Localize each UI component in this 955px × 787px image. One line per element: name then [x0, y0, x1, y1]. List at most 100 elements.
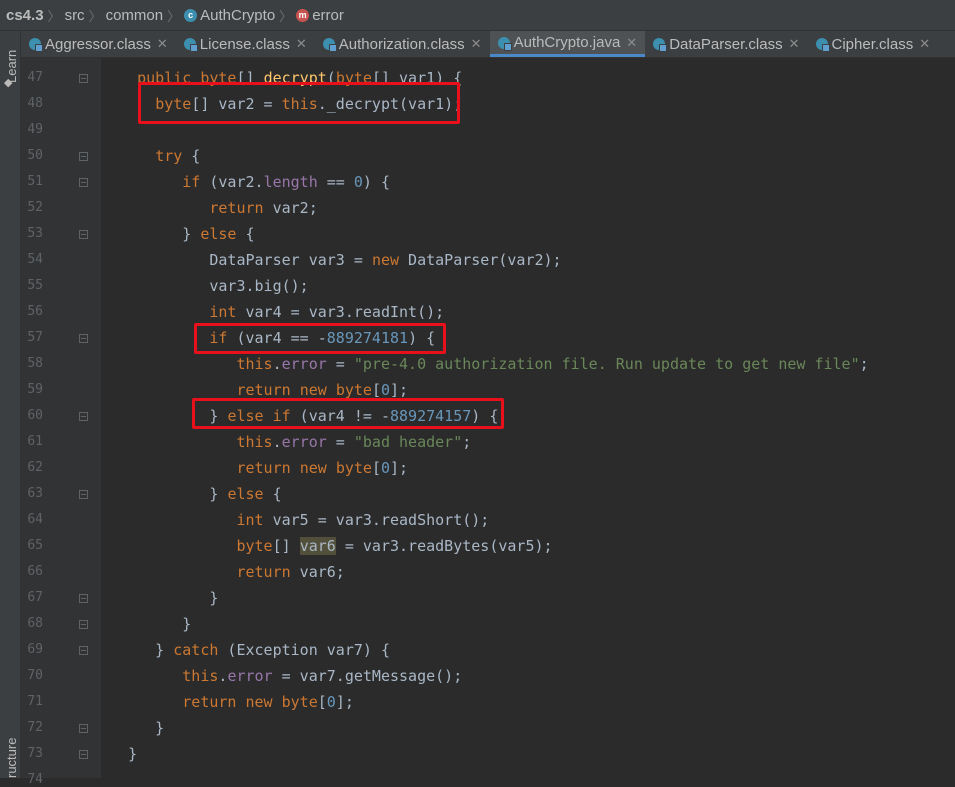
- code-token: "bad header": [353, 433, 463, 451]
- breadcrumb-label: AuthCrypto: [200, 6, 276, 24]
- code-token: ];: [390, 381, 409, 399]
- breadcrumb-item-class[interactable]: c AuthCrypto: [184, 7, 275, 24]
- fold-toggle-icon[interactable]: [79, 646, 88, 655]
- code-token: ];: [390, 459, 409, 477]
- class-file-icon: [815, 38, 830, 52]
- tab-dataparser-class[interactable]: DataParser.class ✕: [645, 31, 807, 57]
- tab-label: Aggressor.class: [45, 35, 151, 53]
- line-number: 51: [27, 174, 43, 189]
- code-token: (var2.: [200, 173, 264, 191]
- fold-toggle-icon[interactable]: [79, 724, 88, 733]
- code-token: {: [236, 225, 255, 243]
- code-token: DataParser(var2);: [399, 251, 562, 269]
- code-token: error: [281, 355, 327, 373]
- code-token: ) {: [362, 173, 390, 191]
- code-token: error: [227, 667, 273, 685]
- structure-panel-button[interactable]: ructure: [2, 721, 19, 778]
- field-icon: m: [296, 8, 310, 22]
- code-token: var4 = var3.readInt();: [236, 303, 445, 321]
- code-token: [: [317, 693, 327, 711]
- fold-toggle-icon[interactable]: [79, 750, 88, 759]
- tab-license-class[interactable]: License.class ✕: [176, 31, 315, 57]
- code-token: .: [272, 433, 282, 451]
- line-number: 74: [27, 772, 43, 787]
- code-line: if (var2.length == 0) {: [101, 169, 390, 195]
- close-icon[interactable]: ✕: [789, 36, 800, 52]
- line-number: 62: [27, 460, 43, 475]
- fold-toggle-icon[interactable]: [79, 178, 88, 187]
- breadcrumb-item-src[interactable]: src: [65, 7, 85, 24]
- code-token: this: [236, 433, 273, 451]
- close-icon[interactable]: ✕: [919, 36, 930, 52]
- code-line: var3.big();: [101, 273, 308, 299]
- breadcrumb-project[interactable]: cs4.3: [6, 7, 44, 24]
- code-token: return: [236, 563, 291, 581]
- annotation-box: [194, 323, 446, 354]
- code-token: {: [182, 147, 201, 165]
- close-icon[interactable]: ✕: [296, 36, 307, 52]
- breadcrumb-label: common: [105, 6, 164, 24]
- code-token: else: [200, 225, 237, 243]
- code-token: error: [281, 433, 327, 451]
- code-editor[interactable]: public byte[] decrypt(byte[] var1) { byt…: [101, 58, 955, 778]
- code-token: var6;: [290, 563, 345, 581]
- tab-authorization-class[interactable]: Authorization.class ✕: [315, 31, 490, 57]
- code-token: length: [263, 173, 318, 191]
- fold-toggle-icon[interactable]: [79, 334, 88, 343]
- fold-toggle-icon[interactable]: [79, 230, 88, 239]
- fold-toggle-icon[interactable]: [79, 152, 88, 161]
- fold-toggle-icon[interactable]: [79, 490, 88, 499]
- code-line: DataParser var3 = new DataParser(var2);: [101, 247, 562, 273]
- line-number: 70: [27, 668, 43, 683]
- code-token: byte: [281, 693, 318, 711]
- line-number: 64: [27, 512, 43, 527]
- breadcrumb: cs4.3 〉 src 〉 common 〉 c AuthCrypto 〉 m …: [0, 0, 955, 31]
- fold-toggle-icon[interactable]: [79, 594, 88, 603]
- chevron-right-icon: 〉: [167, 8, 181, 24]
- fold-toggle-icon[interactable]: [79, 74, 88, 83]
- code-line: int var4 = var3.readInt();: [101, 299, 444, 325]
- project-name: cs4.3: [6, 6, 44, 24]
- code-line: }: [101, 611, 191, 637]
- code-token: 0: [380, 381, 390, 399]
- code-token: try: [155, 147, 183, 165]
- line-number: 54: [27, 252, 43, 267]
- code-token: ;: [462, 433, 472, 451]
- tab-aggressor-class[interactable]: Aggressor.class ✕: [21, 31, 176, 57]
- breadcrumb-item-common[interactable]: common: [106, 7, 164, 24]
- code-line: this.error = "pre-4.0 authorization file…: [101, 351, 868, 377]
- code-token: var6: [299, 537, 336, 555]
- fold-toggle-icon[interactable]: [79, 620, 88, 629]
- code-token: =: [326, 355, 354, 373]
- class-file-icon: [29, 38, 43, 52]
- code-line: return var6;: [101, 559, 345, 585]
- close-icon[interactable]: ✕: [157, 36, 168, 52]
- code-token: =: [326, 433, 354, 451]
- code-line: }: [101, 585, 218, 611]
- breadcrumb-item-field[interactable]: m error: [296, 7, 344, 24]
- left-tool-strip: Learn ◆ ructure: [0, 31, 21, 778]
- code-token: catch: [173, 641, 219, 659]
- line-number: 49: [27, 122, 43, 137]
- line-number: 67: [27, 590, 43, 605]
- close-icon[interactable]: ✕: [471, 36, 482, 52]
- line-number: 66: [27, 564, 43, 579]
- breadcrumb-label: src: [64, 6, 85, 24]
- close-icon[interactable]: ✕: [626, 35, 637, 51]
- code-token: byte: [236, 537, 273, 555]
- fold-toggle-icon[interactable]: [79, 412, 88, 421]
- tab-cipher-class[interactable]: Cipher.class ✕: [808, 31, 939, 57]
- line-number: 73: [27, 746, 43, 761]
- chevron-right-icon: 〉: [88, 8, 102, 24]
- tab-authcrypto-java[interactable]: AuthCrypto.java ✕: [489, 31, 646, 57]
- code-token: ];: [335, 693, 354, 711]
- line-number: 48: [27, 96, 43, 111]
- code-line: }: [101, 741, 137, 767]
- code-token: "pre-4.0 authorization file. Run update …: [353, 355, 860, 373]
